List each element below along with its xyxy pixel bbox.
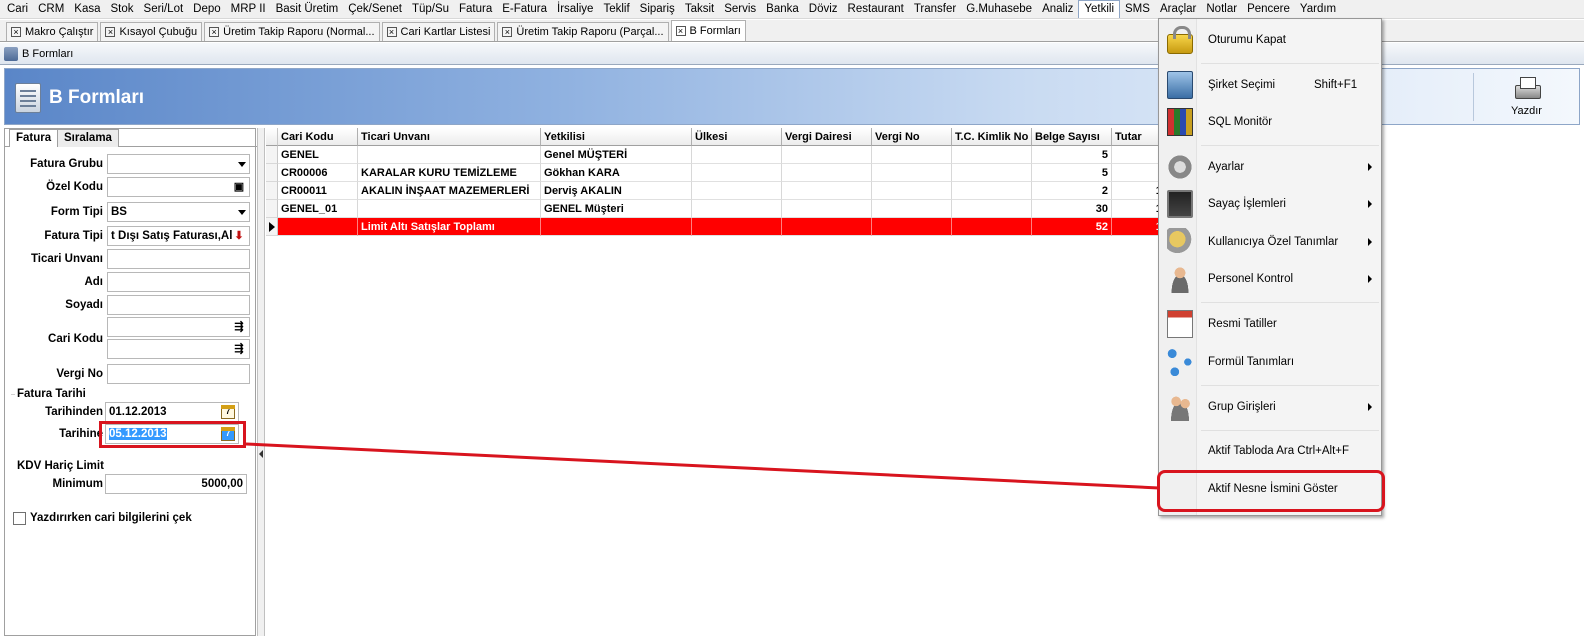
annotation-line <box>245 442 1160 490</box>
annotation-connector-line <box>245 442 1160 490</box>
